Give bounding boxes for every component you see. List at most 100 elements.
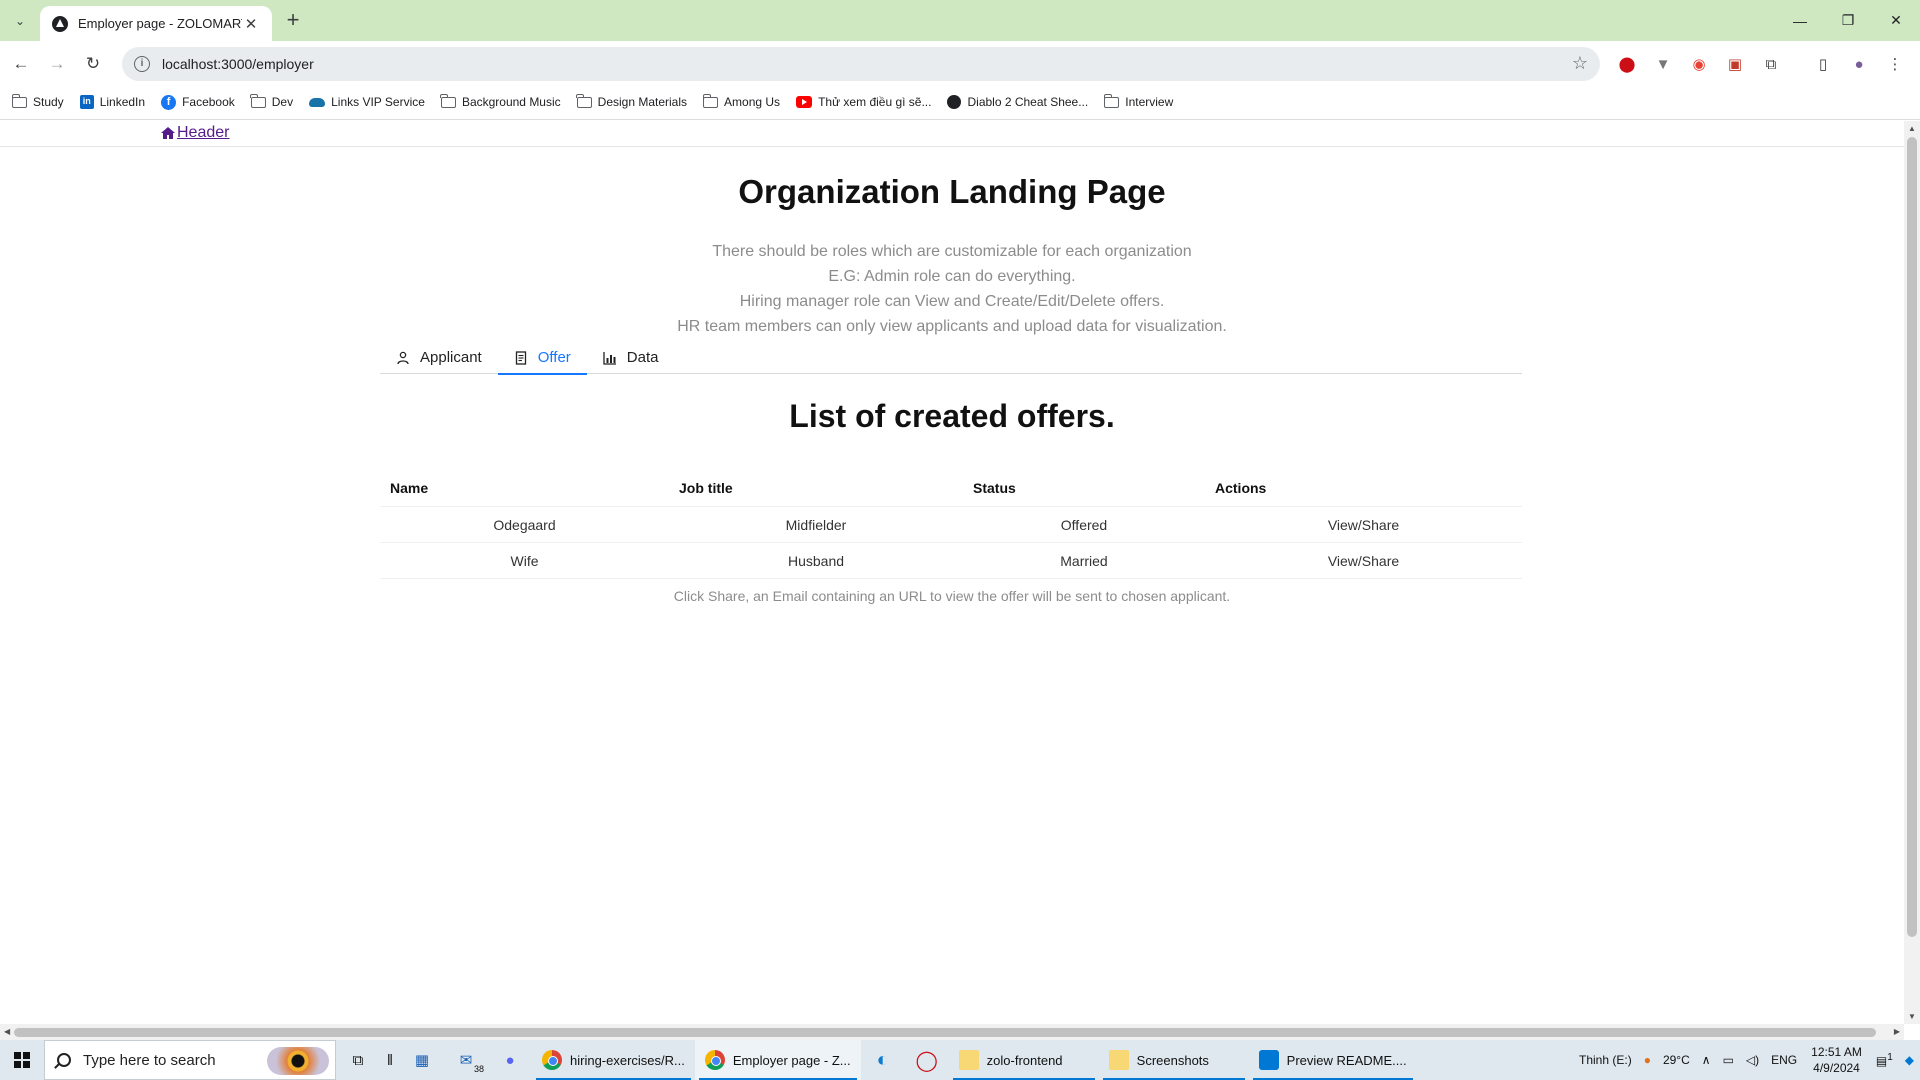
tab-data[interactable]: Data xyxy=(587,341,675,374)
search-placeholder: Type here to search xyxy=(83,1051,216,1069)
home-icon xyxy=(161,127,175,139)
bookmark-interview[interactable]: Interview xyxy=(1103,93,1173,109)
view-share-button[interactable]: View/Share xyxy=(1205,517,1522,533)
menu-kebab-icon[interactable]: ⋮ xyxy=(1884,53,1906,75)
mail-icon[interactable]: ✉ 38 xyxy=(444,1040,488,1080)
close-window-button[interactable]: ✕ xyxy=(1872,0,1920,41)
clock[interactable]: 12:51 AM 4/9/2024 xyxy=(1811,1044,1862,1076)
address-bar[interactable]: i localhost:3000/employer ☆ xyxy=(122,47,1600,81)
page-title: Organization Landing Page xyxy=(738,173,1166,210)
browser-tab-strip: ⌄ Employer page - ZOLOMART ✕ + — ❐ ✕ xyxy=(0,0,1920,41)
copilot-icon[interactable]: ◆ xyxy=(1905,1053,1914,1067)
bookmark-label: Study xyxy=(33,95,64,109)
globe-icon xyxy=(947,95,962,109)
url-text[interactable]: localhost:3000/employer xyxy=(162,56,314,72)
bookmark-label: Thử xem điều gì sẽ... xyxy=(818,95,932,109)
show-hidden-icons-icon[interactable]: ∧ xyxy=(1702,1053,1711,1067)
scroll-up-arrow-icon[interactable]: ▲ xyxy=(1908,124,1916,133)
bookmark-links-vip[interactable]: Links VIP Service xyxy=(309,95,425,109)
bookmark-dev[interactable]: Dev xyxy=(250,93,293,109)
close-tab-icon[interactable]: ✕ xyxy=(242,15,260,33)
opera-extension-icon[interactable]: ⬤ xyxy=(1616,53,1638,75)
back-arrow-icon[interactable]: ← xyxy=(8,51,34,77)
restore-window-button[interactable]: ❐ xyxy=(1824,0,1872,41)
view-share-button[interactable]: View/Share xyxy=(1205,553,1522,569)
bookmark-label: Design Materials xyxy=(597,95,688,109)
color-extension-icon[interactable]: ◉ xyxy=(1688,53,1710,75)
minimize-window-button[interactable]: — xyxy=(1776,0,1824,41)
temperature[interactable]: 29°C xyxy=(1663,1053,1690,1067)
horizontal-scrollbar[interactable]: ◀ ▶ xyxy=(0,1024,1904,1040)
vertical-scroll-thumb[interactable] xyxy=(1907,137,1917,937)
edge-icon[interactable]: ◐ xyxy=(861,1040,905,1080)
bookmark-study[interactable]: Study xyxy=(11,93,64,109)
bookmark-youtube[interactable]: Thử xem điều gì sẽ... xyxy=(796,95,931,109)
cloud-icon xyxy=(309,97,326,107)
clock-time: 12:51 AM xyxy=(1811,1045,1862,1059)
scroll-left-arrow-icon[interactable]: ◀ xyxy=(4,1027,10,1036)
notification-icon[interactable]: ▤1 xyxy=(1876,1052,1893,1068)
table-header-row: Name Job title Status Actions xyxy=(380,469,1522,507)
volume-icon[interactable]: ◁) xyxy=(1746,1053,1759,1067)
column-header-name: Name xyxy=(390,479,429,496)
new-tab-button[interactable]: + xyxy=(280,8,306,34)
description-line: There should be roles which are customiz… xyxy=(712,243,1192,260)
task-view-icon[interactable]: ⧉ xyxy=(336,1040,380,1080)
system-tray: Thinh (E:) ● 29°C ∧ ▭ ◁) ENG 12:51 AM 4/… xyxy=(1573,1040,1920,1080)
tab-label: Applicant xyxy=(420,349,482,366)
discord-icon[interactable]: ● xyxy=(488,1040,532,1080)
language-indicator[interactable]: ENG xyxy=(1771,1053,1797,1067)
bookmark-facebook[interactable]: f Facebook xyxy=(161,94,235,110)
v-extension-icon[interactable]: ▼ xyxy=(1652,53,1674,75)
image-extension-icon[interactable]: ▣ xyxy=(1724,53,1746,75)
table-row: Wife Husband Married View/Share xyxy=(380,543,1522,579)
drive-label[interactable]: Thinh (E:) xyxy=(1579,1053,1632,1067)
page-viewport: Header Organization Landing Page There s… xyxy=(0,121,1904,1024)
taskbar-app-label: hiring-exercises/R... xyxy=(570,1052,685,1068)
reload-icon[interactable]: ↻ xyxy=(80,51,106,77)
description-line: Hiring manager role can View and Create/… xyxy=(739,293,1165,310)
tab-offer[interactable]: Offer xyxy=(497,341,587,375)
bookmark-diablo[interactable]: Diablo 2 Cheat Shee... xyxy=(947,95,1088,109)
bookmark-linkedin[interactable]: in LinkedIn xyxy=(79,95,146,109)
bar-chart-icon xyxy=(603,351,616,365)
bookmark-background-music[interactable]: Background Music xyxy=(440,93,561,109)
extensions-puzzle-icon[interactable]: ⧉ xyxy=(1760,53,1782,75)
tab-applicant[interactable]: Applicant xyxy=(380,341,498,374)
vertical-scrollbar[interactable]: ▲ ▼ xyxy=(1904,121,1920,1024)
scroll-down-arrow-icon[interactable]: ▼ xyxy=(1908,1012,1916,1021)
tab-label: Offer xyxy=(537,349,571,366)
taskbar-search-box[interactable]: Type here to search xyxy=(44,1040,336,1080)
taskbar-app-screenshots[interactable]: Screenshots xyxy=(1099,1040,1249,1080)
folder-icon xyxy=(440,93,456,108)
tab-search-chevron-icon[interactable]: ⌄ xyxy=(8,10,32,32)
taskbar-app-chrome-hiring[interactable]: hiring-exercises/R... xyxy=(532,1040,695,1080)
forward-arrow-icon[interactable]: → xyxy=(44,51,70,77)
bookmark-star-icon[interactable]: ☆ xyxy=(1572,53,1588,74)
browser-tab-active[interactable]: Employer page - ZOLOMART ✕ xyxy=(40,6,272,41)
cell-status: Married xyxy=(1060,552,1108,569)
offers-heading: List of created offers. xyxy=(789,398,1115,434)
store-icon[interactable]: ▦ xyxy=(400,1040,444,1080)
section-tabs: Applicant Offer Data xyxy=(380,341,1522,375)
bookmark-among-us[interactable]: Among Us xyxy=(702,93,780,109)
taskbar-app-chrome-employer[interactable]: Employer page - Z... xyxy=(694,1040,861,1080)
side-panel-icon[interactable]: ▯ xyxy=(1812,53,1834,75)
bookmark-label: Links VIP Service xyxy=(331,95,425,109)
scroll-right-arrow-icon[interactable]: ▶ xyxy=(1894,1027,1900,1036)
page-description: There should be roles which are customiz… xyxy=(0,239,1904,339)
bookmark-design-materials[interactable]: Design Materials xyxy=(576,93,688,109)
header-home-link[interactable]: Header xyxy=(160,124,229,142)
start-button[interactable] xyxy=(0,1040,44,1080)
opera-icon[interactable]: ◯ xyxy=(905,1040,949,1080)
horizontal-scroll-thumb[interactable] xyxy=(14,1028,1876,1037)
network-icon[interactable]: ▭ xyxy=(1723,1053,1734,1067)
windows-logo-icon xyxy=(14,1052,30,1068)
taskbar-app-zolo-frontend[interactable]: zolo-frontend xyxy=(949,1040,1099,1080)
taskbar-app-vscode[interactable]: Preview README.... xyxy=(1249,1040,1417,1080)
bookmark-label: LinkedIn xyxy=(99,95,146,109)
site-info-icon[interactable]: i xyxy=(134,56,150,72)
search-icon xyxy=(57,1053,71,1067)
header-link-label[interactable]: Header xyxy=(177,124,229,142)
profile-avatar-icon[interactable]: ● xyxy=(1848,53,1870,75)
